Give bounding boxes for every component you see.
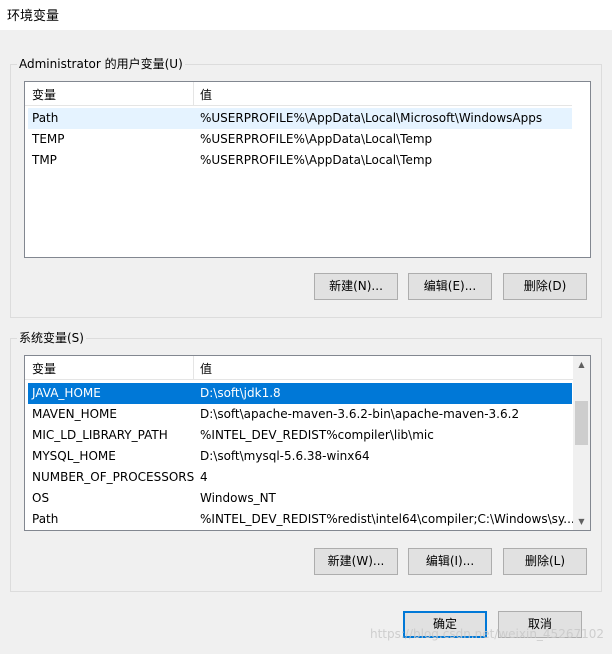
scrollbar-thumb[interactable] <box>575 401 588 445</box>
scroll-up-arrow-icon[interactable]: ▲ <box>573 356 590 373</box>
variable-value: 4 <box>200 470 208 484</box>
variable-name: Path <box>32 111 59 125</box>
variable-name: MIC_LD_LIBRARY_PATH <box>32 428 168 442</box>
variable-name: TEMP <box>32 132 65 146</box>
system-variables-list[interactable]: 变量 值 JAVA_HOME D:\soft\jdk1.8 MAVEN_HOME… <box>24 355 591 531</box>
system-variables-label: 系统变量(S) <box>17 330 86 346</box>
variable-value: D:\soft\apache-maven-3.6.2-bin\apache-ma… <box>200 407 520 421</box>
table-row[interactable]: OS Windows_NT <box>28 488 572 509</box>
variable-value: D:\soft\jdk1.8 <box>200 386 281 400</box>
table-row[interactable]: MYSQL_HOME D:\soft\mysql-5.6.38-winx64 <box>28 446 572 467</box>
variable-value: %USERPROFILE%\AppData\Local\Temp <box>200 132 433 146</box>
list-header: 变量 值 <box>25 82 572 106</box>
user-variables-label: Administrator 的用户变量(U) <box>17 56 185 72</box>
variable-name: MAVEN_HOME <box>32 407 117 421</box>
table-row[interactable]: JAVA_HOME D:\soft\jdk1.8 <box>28 383 572 404</box>
list-header: 变量 值 <box>25 356 573 380</box>
table-row[interactable]: Path %USERPROFILE%\AppData\Local\Microso… <box>28 108 572 129</box>
variable-name: OS <box>32 491 50 505</box>
watermark: https://blog.csdn.net/weixin_45267102 <box>369 627 604 641</box>
user-new-button[interactable]: 新建(N)... <box>314 273 398 300</box>
table-row[interactable]: NUMBER_OF_PROCESSORS 4 <box>28 467 572 488</box>
window-title: 环境变量 <box>7 9 60 24</box>
table-row[interactable]: MIC_LD_LIBRARY_PATH %INTEL_DEV_REDIST%co… <box>28 425 572 446</box>
variable-value: D:\soft\mysql-5.6.38-winx64 <box>200 449 370 463</box>
scroll-down-arrow-icon[interactable]: ▼ <box>573 513 590 530</box>
column-header-variable[interactable]: 变量 <box>32 360 56 377</box>
system-variables-group: 系统变量(S) 变量 值 JAVA_HOME D:\soft\jdk1.8 MA… <box>10 330 602 592</box>
variable-value: Windows_NT <box>200 491 276 505</box>
variable-value: %INTEL_DEV_REDIST%compiler\lib\mic <box>200 428 434 442</box>
system-edit-button[interactable]: 编辑(I)... <box>408 548 492 575</box>
user-variables-group: Administrator 的用户变量(U) 变量 值 Path %USERPR… <box>10 56 602 318</box>
table-row[interactable]: TMP %USERPROFILE%\AppData\Local\Temp <box>28 150 572 171</box>
variable-name: MYSQL_HOME <box>32 449 116 463</box>
vertical-scrollbar[interactable]: ▲ ▼ <box>573 356 590 530</box>
column-header-value[interactable]: 值 <box>200 360 212 377</box>
user-edit-button[interactable]: 编辑(E)... <box>408 273 492 300</box>
title-bar: 环境变量 <box>0 0 612 30</box>
variable-name: Path <box>32 512 59 526</box>
column-header-variable[interactable]: 变量 <box>32 86 56 103</box>
table-row[interactable]: TEMP %USERPROFILE%\AppData\Local\Temp <box>28 129 572 150</box>
user-variables-list[interactable]: 变量 值 Path %USERPROFILE%\AppData\Local\Mi… <box>24 81 591 258</box>
variable-name: NUMBER_OF_PROCESSORS <box>32 470 195 484</box>
column-header-value[interactable]: 值 <box>200 86 212 103</box>
system-delete-button[interactable]: 删除(L) <box>503 548 587 575</box>
variable-name: JAVA_HOME <box>32 386 101 400</box>
table-row[interactable]: Path %INTEL_DEV_REDIST%redist\intel64\co… <box>28 509 575 530</box>
variable-name: TMP <box>32 153 57 167</box>
system-new-button[interactable]: 新建(W)... <box>314 548 398 575</box>
variable-value: %INTEL_DEV_REDIST%redist\intel64\compile… <box>200 512 575 526</box>
table-row[interactable]: MAVEN_HOME D:\soft\apache-maven-3.6.2-bi… <box>28 404 572 425</box>
variable-value: %USERPROFILE%\AppData\Local\Microsoft\Wi… <box>200 111 543 125</box>
user-delete-button[interactable]: 删除(D) <box>503 273 587 300</box>
variable-value: %USERPROFILE%\AppData\Local\Temp <box>200 153 433 167</box>
